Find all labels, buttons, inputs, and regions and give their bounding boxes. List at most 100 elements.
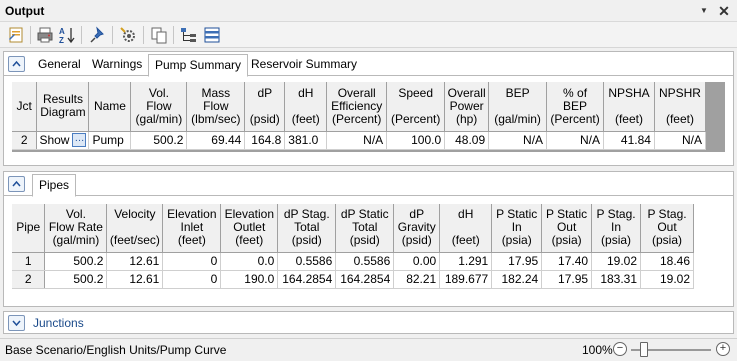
col-header[interactable]: Name bbox=[88, 82, 132, 132]
col-header[interactable]: dP (psid) bbox=[244, 82, 286, 132]
print-icon[interactable] bbox=[35, 25, 55, 45]
col-header-label: Flow Rate bbox=[48, 220, 103, 235]
output-titlebar: Output ▼ ✕ bbox=[0, 0, 737, 22]
table-cell: 164.2854 bbox=[277, 270, 337, 289]
table-cell: 12.61 bbox=[106, 252, 164, 271]
toolbar-separator bbox=[112, 26, 113, 44]
pipes-tabstrip: Pipes bbox=[4, 172, 733, 197]
zoom-slider-thumb[interactable] bbox=[640, 342, 648, 357]
col-header[interactable]: Vol. Flow Rate (gal/min) bbox=[44, 204, 108, 253]
table-row[interactable]: 2 Show… Pump 500.2 69.44 164.8 381.0 N/A… bbox=[12, 131, 707, 150]
col-header[interactable]: Elevation Outlet (feet) bbox=[220, 204, 279, 253]
col-header-label: Name bbox=[93, 98, 126, 113]
table-cell: 69.44 bbox=[186, 131, 246, 150]
table-cell: 190.0 bbox=[220, 270, 279, 289]
col-header[interactable]: P Stag. In (psia) bbox=[591, 204, 642, 253]
table-cell: 0 bbox=[162, 270, 222, 289]
collapse-button[interactable] bbox=[8, 176, 25, 192]
col-header[interactable]: P Static Out (psia) bbox=[541, 204, 593, 253]
report-icon[interactable] bbox=[6, 25, 26, 45]
settings-icon[interactable] bbox=[118, 25, 138, 45]
col-header[interactable]: Vol. Flow (gal/min) bbox=[130, 82, 188, 132]
table-cell: Pump bbox=[88, 131, 132, 150]
col-header[interactable]: dP Stag. Total (psid) bbox=[277, 204, 337, 253]
table-cell: 1.291 bbox=[439, 252, 493, 271]
col-header[interactable]: P Static In (psia) bbox=[491, 204, 543, 253]
columns-icon[interactable] bbox=[202, 25, 222, 45]
col-header[interactable]: dP Static Total (psid) bbox=[335, 204, 395, 253]
col-header[interactable]: dH (feet) bbox=[284, 82, 328, 132]
output-tabstrip: General Warnings Pump Summary Reservoir … bbox=[4, 52, 733, 77]
toolbar: AZ bbox=[0, 22, 737, 48]
tab-warnings[interactable]: Warnings bbox=[86, 54, 148, 76]
col-header-label: dP Static bbox=[340, 207, 389, 222]
tab-reservoir-summary[interactable]: Reservoir Summary bbox=[245, 54, 363, 76]
col-header-label: (feet) bbox=[665, 111, 694, 126]
table-cell: 18.46 bbox=[640, 252, 694, 271]
col-header-label: P Static bbox=[546, 207, 588, 222]
table-row[interactable]: 1 500.2 12.61 0 0.0 0.5586 0.5586 0.00 1… bbox=[12, 252, 694, 271]
col-header[interactable]: Pipe bbox=[12, 204, 46, 253]
junctions-label[interactable]: Junctions bbox=[33, 316, 84, 330]
tab-pump-summary[interactable]: Pump Summary bbox=[148, 54, 249, 77]
copy-icon[interactable] bbox=[149, 25, 169, 45]
tree-icon[interactable] bbox=[179, 25, 199, 45]
col-header-label: Outlet bbox=[233, 220, 266, 235]
show-diagram-button[interactable]: … bbox=[72, 133, 87, 148]
col-header[interactable]: Velocity (feet/sec) bbox=[106, 204, 164, 253]
status-text: Base Scenario/English Units/Pump Curve bbox=[5, 343, 227, 357]
col-header-label: Inlet bbox=[180, 220, 204, 235]
col-header-label: Gravity bbox=[397, 220, 436, 235]
col-header-label: Velocity bbox=[114, 207, 156, 222]
table-row[interactable]: 2 500.2 12.61 0 190.0 164.2854 164.2854 … bbox=[12, 270, 694, 289]
col-header[interactable]: Overall Power (hp) bbox=[444, 82, 490, 132]
toolbar-separator bbox=[30, 26, 31, 44]
tab-pipes[interactable]: Pipes bbox=[32, 174, 77, 197]
col-header[interactable]: Elevation Inlet (feet) bbox=[162, 204, 222, 253]
col-header-label: Flow bbox=[203, 98, 229, 113]
collapse-button[interactable] bbox=[8, 56, 25, 72]
results-diagram-cell: Show… bbox=[36, 131, 90, 150]
table-cell: 17.40 bbox=[541, 252, 593, 271]
col-header-label: Total bbox=[294, 220, 320, 235]
col-header-label: (psid) bbox=[249, 111, 280, 126]
sort-az-icon[interactable]: AZ bbox=[57, 25, 77, 45]
col-header[interactable]: Jct bbox=[12, 82, 38, 132]
col-header[interactable]: BEP (gal/min) bbox=[488, 82, 548, 132]
table-cell: N/A bbox=[546, 131, 605, 150]
col-header-label: In bbox=[611, 220, 622, 235]
col-header-label: BEP bbox=[505, 85, 530, 100]
col-header[interactable]: NPSHA (feet) bbox=[603, 82, 655, 132]
col-header[interactable]: Speed (Percent) bbox=[386, 82, 446, 132]
col-header[interactable]: NPSHR (feet) bbox=[654, 82, 707, 132]
col-header[interactable]: Mass Flow (lbm/sec) bbox=[186, 82, 246, 132]
col-header-label: (gal/min) bbox=[135, 111, 183, 126]
zoom-in-icon[interactable]: + bbox=[716, 342, 730, 356]
col-header-label: Flow bbox=[146, 98, 172, 113]
col-header-label: (psid) bbox=[291, 233, 322, 248]
junctions-panel[interactable]: Junctions bbox=[3, 311, 734, 334]
zoom-level: 100% bbox=[582, 343, 613, 357]
pin-icon[interactable] bbox=[88, 25, 108, 45]
close-icon[interactable]: ✕ bbox=[716, 3, 732, 19]
col-header-label: Total bbox=[352, 220, 378, 235]
col-header[interactable]: % of BEP (Percent) bbox=[546, 82, 605, 132]
tab-general[interactable]: General bbox=[32, 54, 87, 76]
toolbar-separator bbox=[81, 26, 82, 44]
col-header[interactable]: Overall Efficiency (Percent) bbox=[326, 82, 388, 132]
col-header-label: dH bbox=[298, 85, 314, 100]
zoom-out-icon[interactable]: − bbox=[613, 342, 627, 356]
col-header-label: Jct bbox=[16, 98, 32, 113]
pump-summary-grid: Jct Results Diagram Name Vol. Flow (gal/min… bbox=[12, 82, 725, 152]
col-header-label: Elevation bbox=[167, 207, 217, 222]
col-header[interactable]: dH (feet) bbox=[439, 204, 493, 253]
table-cell: 12.61 bbox=[106, 270, 164, 289]
dropdown-arrow-icon[interactable]: ▼ bbox=[696, 3, 712, 19]
table-cell: 164.8 bbox=[244, 131, 286, 150]
col-header-label: % of bbox=[563, 85, 588, 100]
table-cell: 182.24 bbox=[491, 270, 543, 289]
col-header[interactable]: P Stag. Out (psia) bbox=[640, 204, 694, 253]
col-header[interactable]: dP Gravity (psid) bbox=[393, 204, 441, 253]
expand-button[interactable] bbox=[8, 315, 25, 331]
col-header[interactable]: Results Diagram bbox=[36, 82, 90, 132]
